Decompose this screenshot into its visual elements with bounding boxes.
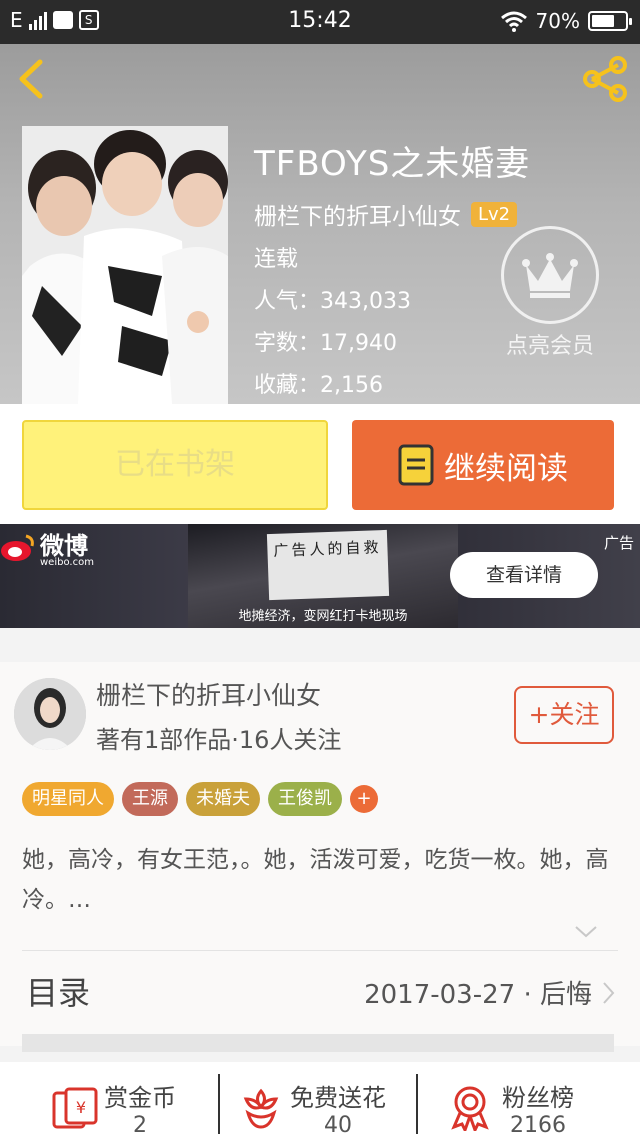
reward-text: 赏金币 2 — [104, 1078, 176, 1138]
tag-chip[interactable]: 王源 — [122, 782, 178, 816]
tag-list: 明星同人 王源 未婚夫 王俊凯 + — [22, 782, 378, 816]
book-title: TFBOYS之未婚妻 — [254, 144, 531, 184]
fan-ranking-button[interactable]: 粉丝榜 2166 — [448, 1072, 574, 1144]
cover-image — [22, 126, 228, 404]
vip-button[interactable]: 点亮会员 — [500, 226, 600, 360]
bottom-divider — [416, 1074, 418, 1134]
ad-banner[interactable]: 微博 weibo.com 广告人的自救 地摊经济，变网红打卡地现场 查看详情 广… — [0, 524, 640, 628]
bottom-bar: ¥ 赏金币 2 免费送花 40 粉丝榜 2166 — [0, 1062, 640, 1145]
book-cover[interactable] — [22, 126, 228, 404]
weibo-logo-subtext: weibo.com — [40, 557, 94, 568]
back-button[interactable] — [10, 54, 54, 104]
continue-reading-button[interactable]: 继续阅读 — [352, 420, 614, 510]
weibo-logo-text: 微博 — [40, 532, 88, 560]
action-bar: 已在书架 继续阅读 — [0, 404, 640, 524]
fans-count: 2166 — [510, 1113, 566, 1138]
author-row: 栅栏下的折耳小仙女 Lv2 — [254, 197, 530, 231]
crown-icon — [522, 253, 578, 298]
red-envelope-icon: ¥ — [52, 1087, 98, 1129]
avatar[interactable] — [14, 678, 86, 750]
status-bar: E S 15:42 70% — [0, 0, 640, 44]
reward-count: 2 — [133, 1113, 147, 1138]
on-shelf-button[interactable]: 已在书架 — [22, 420, 328, 510]
collection-stat: 收藏：2,156 — [254, 373, 383, 398]
chevron-down-icon — [575, 926, 597, 938]
reward-coins-button[interactable]: ¥ 赏金币 2 — [50, 1072, 176, 1144]
flower-count: 40 — [324, 1113, 352, 1138]
bottom-divider — [218, 1074, 220, 1134]
ad-details-button[interactable]: 查看详情 — [450, 552, 598, 598]
more-tags-button[interactable]: + — [350, 785, 378, 813]
share-button[interactable] — [580, 56, 630, 102]
tag-chip[interactable]: 王俊凯 — [268, 782, 342, 816]
book-description: 她，高冷，有女王范，。她，活泼可爱，吃货一枚。她，高冷。… — [22, 847, 609, 913]
status-right: 70% — [500, 9, 632, 33]
chevron-right-icon — [603, 981, 615, 1004]
flower-icon — [243, 1088, 279, 1129]
author-meta: 著有1部作品·16人关注 — [96, 726, 342, 754]
battery-icon — [588, 11, 632, 31]
book-header: TFBOYS之未婚妻 栅栏下的折耳小仙女 Lv2 连载 人气：343,033 字… — [0, 44, 640, 404]
section-separator — [22, 1034, 614, 1052]
popularity-stat: 人气：343,033 — [254, 289, 411, 314]
send-flower-button[interactable]: 免费送花 40 — [240, 1072, 386, 1144]
vip-label: 点亮会员 — [505, 334, 594, 359]
wifi-icon — [500, 11, 527, 32]
toc-latest-chapter[interactable]: 2017-03-27 · 后悔 — [364, 974, 616, 1011]
fans-label: 粉丝榜 — [502, 1084, 574, 1112]
svg-text:¥: ¥ — [76, 1098, 86, 1117]
author-name[interactable]: 栅栏下的折耳小仙女 — [254, 197, 461, 231]
follow-button[interactable]: +关注 — [514, 686, 614, 744]
weibo-icon — [1, 534, 34, 561]
continue-reading-label: 继续阅读 — [444, 450, 568, 487]
vip-badge — [501, 226, 599, 324]
reward-label: 赏金币 — [104, 1084, 176, 1112]
ad-caption: 地摊经济，变网红打卡地现场 — [238, 609, 408, 624]
expand-button[interactable] — [574, 924, 598, 938]
ad-sign: 广告人的自救 — [266, 529, 390, 601]
book-info: TFBOYS之未婚妻 栅栏下的折耳小仙女 Lv2 连载 人气：343,033 字… — [254, 136, 530, 404]
word-count-stat: 字数：17,940 — [254, 331, 397, 356]
share-icon — [583, 56, 627, 102]
ad-label: 广告 — [603, 534, 634, 552]
ad-sign-text: 广告人的自救 — [273, 538, 382, 560]
level-badge: Lv2 — [471, 201, 518, 227]
weibo-logo: 微博 weibo.com — [0, 526, 94, 568]
ribbon-medal-icon — [451, 1086, 489, 1131]
flower-text: 免费送花 40 — [290, 1078, 386, 1138]
toc-latest-text: 2017-03-27 · 后悔 — [364, 980, 592, 1010]
fans-text: 粉丝榜 2166 — [502, 1078, 574, 1138]
chevron-left-icon — [19, 59, 43, 99]
battery-percent: 70% — [535, 9, 580, 33]
author-name-secondary[interactable]: 栅栏下的折耳小仙女 — [96, 676, 321, 712]
tag-chip[interactable]: 未婚夫 — [186, 782, 260, 816]
toc-label[interactable]: 目录 — [26, 968, 90, 1014]
flower-label: 免费送花 — [290, 1084, 386, 1112]
avatar-image — [14, 678, 86, 750]
tag-chip[interactable]: 明星同人 — [22, 782, 114, 816]
ad-image: 广告人的自救 地摊经济，变网红打卡地现场 — [188, 524, 458, 628]
divider — [22, 950, 618, 951]
author-section: 栅栏下的折耳小仙女 著有1部作品·16人关注 +关注 明星同人 王源 未婚夫 王俊凯 +… — [0, 662, 640, 1046]
book-icon — [398, 444, 434, 486]
serial-status: 连载 — [254, 247, 299, 272]
